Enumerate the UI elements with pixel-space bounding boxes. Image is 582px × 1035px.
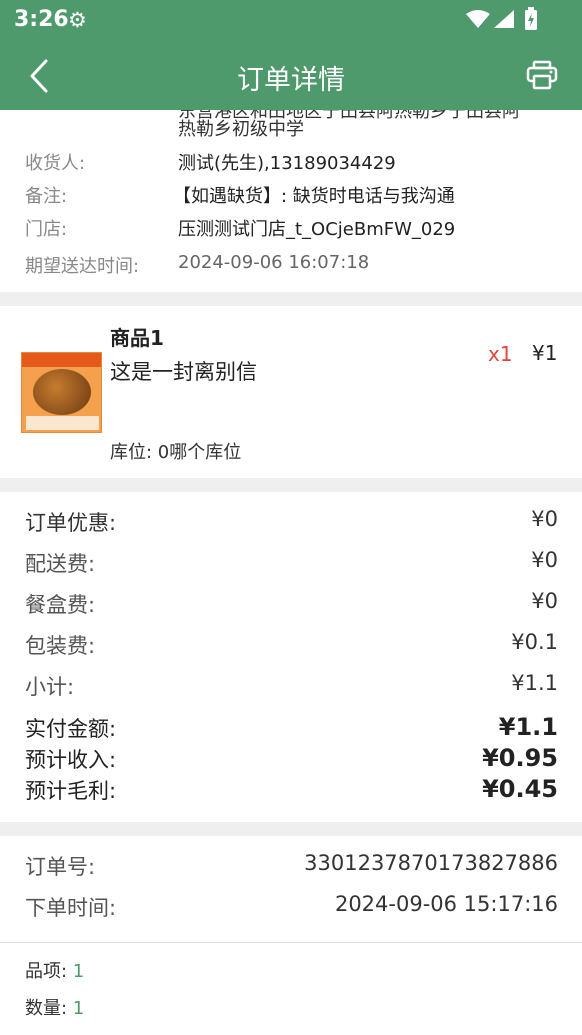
- order-number-label: 订单号:: [25, 855, 96, 879]
- product-image[interactable]: [21, 352, 102, 433]
- order-number-value[interactable]: 3301237870173827886: [304, 851, 558, 875]
- product-quantity: x1: [488, 342, 513, 366]
- battery-icon: [525, 7, 537, 30]
- discount-value: ¥0: [531, 507, 558, 531]
- expected-time-value: 2024-09-06 16:07:18: [178, 252, 370, 273]
- items-count-value: 1: [72, 961, 85, 982]
- paid-amount-value: ¥1.1: [498, 713, 558, 741]
- package-fee-value: ¥0.1: [511, 630, 558, 654]
- receiver-info-section: 东营港区和田地区于田县阿热勒乡于田县阿 热勒乡初级中学 收货人: 测试(先生),…: [0, 110, 582, 292]
- expected-income-label: 预计收入:: [25, 748, 117, 772]
- subtotal-value: ¥1.1: [511, 671, 558, 695]
- order-info-section: 订单号: 3301237870173827886 下单时间: 2024-09-0…: [0, 836, 582, 1035]
- address-line-2: 热勒乡初级中学: [178, 119, 304, 140]
- discount-row: 订单优惠: ¥0: [25, 507, 558, 537]
- remark-label: 备注:: [25, 186, 68, 207]
- delivery-fee-row: 配送费: ¥0: [25, 548, 558, 578]
- receiver-label: 收货人:: [25, 153, 86, 174]
- wifi-icon: [466, 10, 490, 28]
- printer-icon[interactable]: [526, 60, 558, 90]
- gear-icon: ⚙: [68, 8, 87, 32]
- product-description: 这是一封离别信: [110, 360, 257, 384]
- store-row: 门店: 压测测试门店_t_OCjeBmFW_029: [25, 215, 562, 241]
- expected-time-label: 期望送达时间:: [25, 256, 140, 277]
- delivery-fee-value: ¥0: [531, 548, 558, 572]
- items-count-label: 品项:: [25, 961, 73, 982]
- box-fee-value: ¥0: [531, 589, 558, 613]
- order-time-row: 下单时间: 2024-09-06 15:17:16: [25, 892, 558, 922]
- paid-amount-label: 实付金额:: [25, 717, 117, 741]
- paid-amount-row: 实付金额: ¥1.1: [25, 713, 558, 743]
- product-stock-location: 库位: 0哪个库位: [110, 442, 242, 463]
- subtotal-row: 小计: ¥1.1: [25, 671, 558, 701]
- status-bar: 3:26 ⚙: [0, 0, 582, 40]
- expected-profit-label: 预计毛利:: [25, 779, 117, 803]
- subtotal-label: 小计:: [25, 675, 75, 699]
- order-time-label: 下单时间:: [25, 896, 117, 920]
- box-fee-row: 餐盒费: ¥0: [25, 589, 558, 619]
- delivery-fee-label: 配送费:: [25, 552, 96, 576]
- expected-profit-value: ¥0.45: [482, 775, 558, 803]
- store-label: 门店:: [25, 219, 68, 240]
- page-title: 订单详情: [237, 65, 345, 96]
- receiver-value: 测试(先生),13189034429: [178, 153, 396, 174]
- quantity-row: 数量: 1: [25, 994, 84, 1020]
- remark-row: 备注: 【如遇缺货】: 缺货时电话与我沟通: [25, 182, 562, 208]
- expected-profit-row: 预计毛利: ¥0.45: [25, 775, 558, 805]
- expected-income-row: 预计收入: ¥0.95: [25, 744, 558, 774]
- receiver-row: 收货人: 测试(先生),13189034429: [25, 149, 562, 175]
- product-name: 商品1: [110, 326, 164, 350]
- package-fee-label: 包装费:: [25, 634, 96, 658]
- expected-income-value: ¥0.95: [482, 744, 558, 772]
- discount-label: 订单优惠:: [25, 511, 117, 535]
- order-time-value: 2024-09-06 15:17:16: [334, 892, 558, 916]
- quantity-label: 数量:: [25, 998, 73, 1019]
- app-bar: 订单详情: [0, 40, 582, 110]
- expected-time-row: 期望送达时间: 2024-09-06 16:07:18: [25, 252, 562, 278]
- store-value: 压测测试门店_t_OCjeBmFW_029: [178, 219, 456, 240]
- product-section: 商品1 这是一封离别信 库位: 0哪个库位 x1 ¥1: [0, 306, 582, 478]
- order-number-row: 订单号: 3301237870173827886: [25, 851, 558, 881]
- items-count-row: 品项: 1: [25, 957, 84, 983]
- quantity-value: 1: [72, 998, 85, 1019]
- remark-value: 【如遇缺货】: 缺货时电话与我沟通: [173, 186, 455, 207]
- status-time: 3:26: [14, 7, 69, 32]
- divider: [0, 942, 582, 943]
- package-fee-row: 包装费: ¥0.1: [25, 630, 558, 660]
- product-price: ¥1: [532, 341, 558, 365]
- box-fee-label: 餐盒费:: [25, 593, 96, 617]
- signal-icon: [494, 10, 514, 28]
- fees-section: 订单优惠: ¥0 配送费: ¥0 餐盒费: ¥0 包装费: ¥0.1 小计: ¥…: [0, 492, 582, 822]
